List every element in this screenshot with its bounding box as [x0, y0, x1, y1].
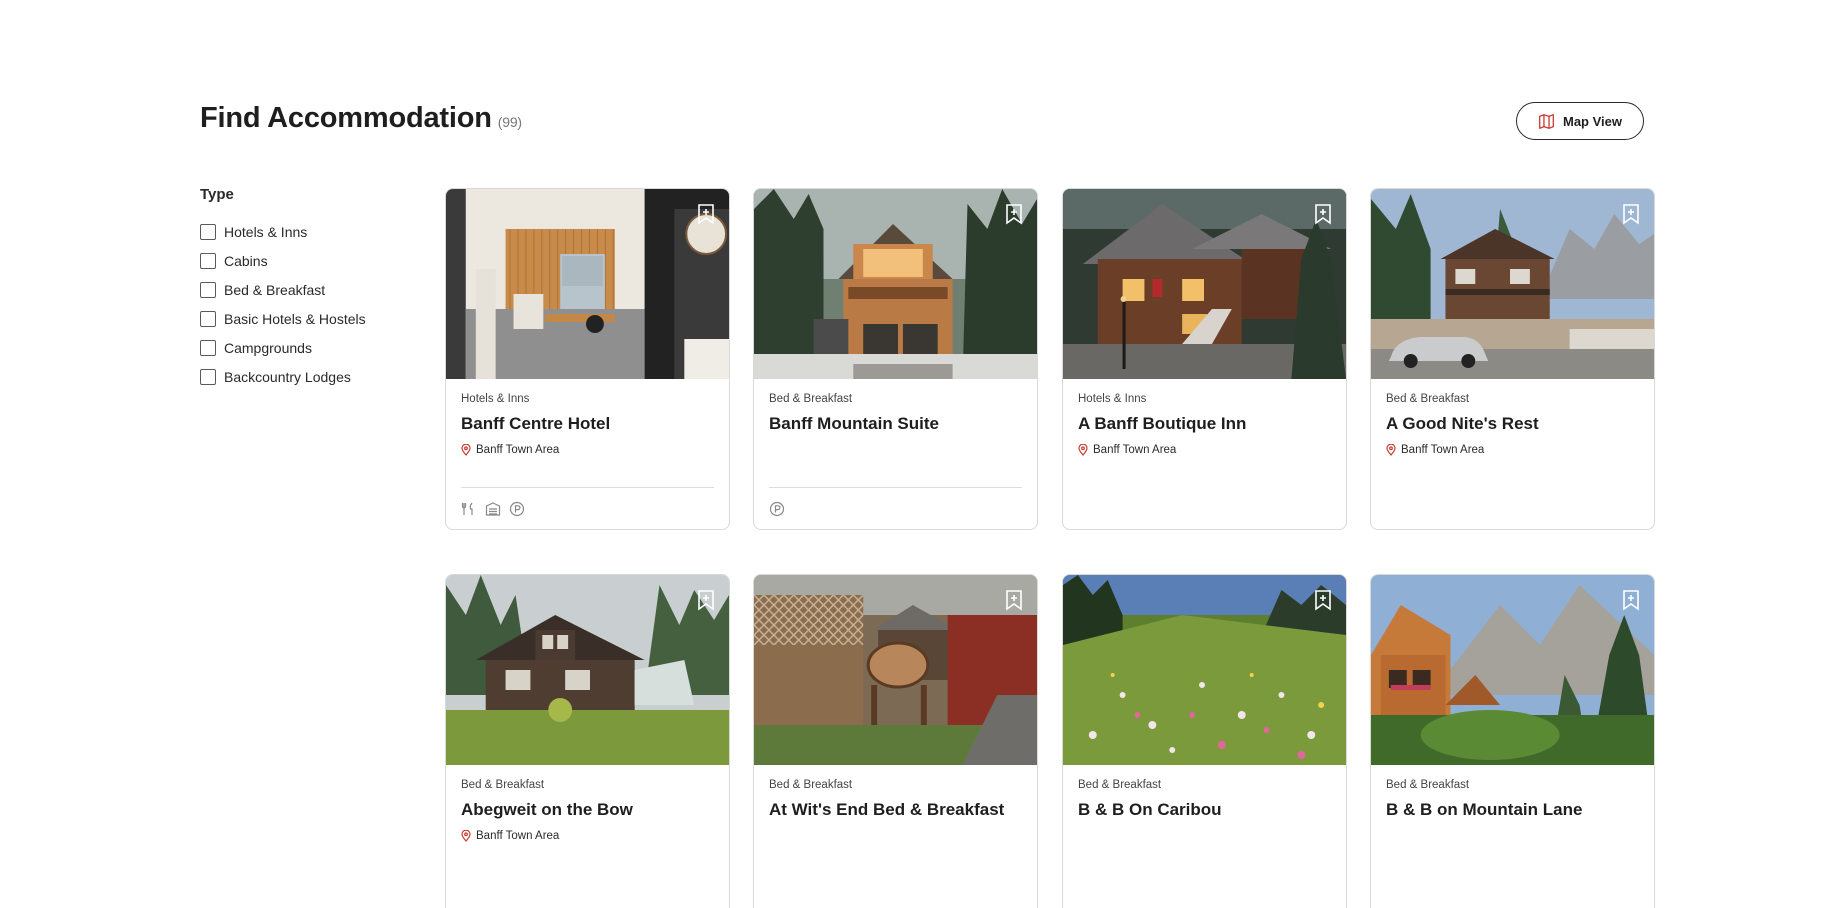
- listing-card[interactable]: Bed & Breakfast B & B On Caribou: [1062, 574, 1347, 908]
- location-pin-icon: [1078, 444, 1088, 456]
- location-pin-icon: [461, 444, 471, 456]
- wildflower-meadow-photo: [1063, 575, 1346, 765]
- filter-label: Bed & Breakfast: [224, 281, 326, 298]
- filter-label: Backcountry Lodges: [224, 368, 351, 385]
- garden-sign-photo: [754, 575, 1037, 765]
- filter-hotels-inns[interactable]: Hotels & Inns: [200, 217, 400, 246]
- listing-photo[interactable]: [754, 189, 1037, 379]
- listing-photo[interactable]: [1371, 575, 1654, 765]
- result-count: (99): [497, 114, 522, 130]
- listing-location-text: Banff Town Area: [1401, 444, 1485, 456]
- checkbox[interactable]: [200, 339, 216, 356]
- divider: [769, 487, 1022, 488]
- parking-garage-icon: [485, 502, 501, 516]
- checkbox[interactable]: [200, 368, 216, 385]
- bookmark-icon[interactable]: [697, 589, 715, 611]
- hotel-room-photo: [446, 189, 729, 379]
- listing-type: Bed & Breakfast: [769, 779, 853, 791]
- listing-location: Banff Town Area: [1078, 444, 1331, 456]
- listing-type: Bed & Breakfast: [1386, 393, 1470, 405]
- page-title-text: Find Accommodation: [200, 102, 492, 134]
- location-pin-icon: [1386, 444, 1396, 456]
- listing-type: Bed & Breakfast: [1078, 779, 1162, 791]
- map-view-label: Map View: [1562, 113, 1622, 129]
- filter-label: Basic Hotels & Hostels: [224, 310, 366, 327]
- listing-name[interactable]: Banff Mountain Suite: [769, 414, 1022, 434]
- listing-location: Banff Town Area: [1386, 444, 1639, 456]
- filter-cabins[interactable]: Cabins: [200, 246, 400, 275]
- chalet-photo: [754, 189, 1037, 379]
- bookmark-icon[interactable]: [1314, 589, 1332, 611]
- filter-backcountry-lodges[interactable]: Backcountry Lodges: [200, 362, 400, 391]
- checkbox[interactable]: [200, 310, 216, 327]
- listing-location-text: Banff Town Area: [476, 444, 560, 456]
- listing-type: Hotels & Inns: [461, 393, 530, 405]
- bookmark-icon[interactable]: [697, 203, 715, 225]
- map-view-button[interactable]: Map View: [1516, 102, 1644, 140]
- listing-type: Bed & Breakfast: [461, 779, 545, 791]
- bookmark-icon[interactable]: [1005, 589, 1023, 611]
- filter-label: Campgrounds: [224, 339, 312, 356]
- listing-name[interactable]: A Good Nite's Rest: [1386, 414, 1639, 434]
- amenity-icons: [769, 501, 785, 517]
- listing-name[interactable]: B & B On Caribou: [1078, 800, 1331, 820]
- listing-photo[interactable]: [446, 189, 729, 379]
- filter-title: Type: [200, 186, 234, 203]
- listing-photo[interactable]: [1063, 189, 1346, 379]
- parking-icon: [509, 501, 525, 517]
- listing-photo[interactable]: [754, 575, 1037, 765]
- listing-location-text: Banff Town Area: [476, 830, 560, 842]
- mountain-cabin-photo: [1371, 575, 1654, 765]
- page-header: Find Accommodation (99) Map View: [200, 100, 1644, 142]
- inn-exterior-photo: [1063, 189, 1346, 379]
- parking-icon: [769, 501, 785, 517]
- listing-photo[interactable]: [1371, 189, 1654, 379]
- listing-card[interactable]: Bed & Breakfast A Good Nite's Rest Banff…: [1370, 188, 1655, 530]
- listing-name[interactable]: Banff Centre Hotel: [461, 414, 714, 434]
- listing-location-text: Banff Town Area: [1093, 444, 1177, 456]
- listing-name[interactable]: Abegweit on the Bow: [461, 800, 714, 820]
- bookmark-icon[interactable]: [1622, 589, 1640, 611]
- listing-card[interactable]: Bed & Breakfast Banff Mountain Suite: [753, 188, 1038, 530]
- filter-campgrounds[interactable]: Campgrounds: [200, 333, 400, 362]
- map-icon: [1539, 113, 1554, 129]
- listing-name[interactable]: A Banff Boutique Inn: [1078, 414, 1331, 434]
- listing-card[interactable]: Hotels & Inns Banff Centre Hotel Banff T…: [445, 188, 730, 530]
- page: Find Accommodation (99) Map View Type Hot…: [0, 0, 1848, 908]
- bookmark-icon[interactable]: [1314, 203, 1332, 225]
- checkbox[interactable]: [200, 252, 216, 269]
- divider: [461, 487, 714, 488]
- location-pin-icon: [461, 830, 471, 842]
- checkbox[interactable]: [200, 281, 216, 298]
- listing-card[interactable]: Bed & Breakfast B & B on Mountain Lane: [1370, 574, 1655, 908]
- filter-label: Cabins: [224, 252, 268, 269]
- craftsman-house-photo: [446, 575, 729, 765]
- filter-bed-breakfast[interactable]: Bed & Breakfast: [200, 275, 400, 304]
- listing-card[interactable]: Hotels & Inns A Banff Boutique Inn Banff…: [1062, 188, 1347, 530]
- bookmark-icon[interactable]: [1005, 203, 1023, 225]
- type-filter-panel: Type Hotels & Inns Cabins Bed & Breakfas…: [200, 186, 400, 391]
- listing-card[interactable]: Bed & Breakfast Abegweit on the Bow Banf…: [445, 574, 730, 908]
- listing-card[interactable]: Bed & Breakfast At Wit's End Bed & Break…: [753, 574, 1038, 908]
- restaurant-icon: [461, 502, 473, 515]
- listing-location: Banff Town Area: [461, 444, 714, 456]
- listing-type: Hotels & Inns: [1078, 393, 1147, 405]
- filter-basic-hotels-hostels[interactable]: Basic Hotels & Hostels: [200, 304, 400, 333]
- bookmark-icon[interactable]: [1622, 203, 1640, 225]
- amenity-icons: [461, 501, 525, 517]
- listing-photo[interactable]: [446, 575, 729, 765]
- listing-name[interactable]: B & B on Mountain Lane: [1386, 800, 1639, 820]
- listing-type: Bed & Breakfast: [769, 393, 853, 405]
- listing-name[interactable]: At Wit's End Bed & Breakfast: [769, 800, 1022, 820]
- filter-label: Hotels & Inns: [224, 223, 308, 240]
- listing-location: Banff Town Area: [461, 830, 714, 842]
- checkbox[interactable]: [200, 223, 216, 240]
- listing-type: Bed & Breakfast: [1386, 779, 1470, 791]
- page-title: Find Accommodation (99): [200, 102, 522, 135]
- listing-photo[interactable]: [1063, 575, 1346, 765]
- house-with-car-photo: [1371, 189, 1654, 379]
